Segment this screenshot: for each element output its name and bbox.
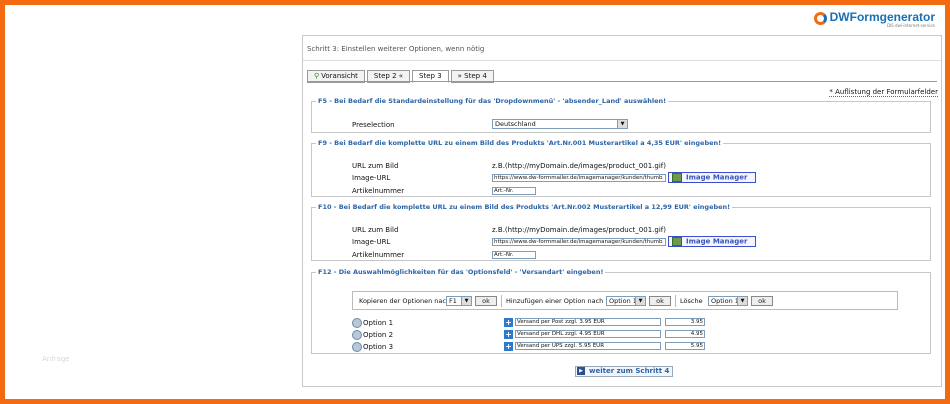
image-manager-button[interactable]: Image Manager — [668, 172, 756, 183]
chevron-down-icon: ▼ — [461, 297, 471, 305]
option-price-field[interactable]: 4.95 — [665, 330, 705, 338]
option-text-field[interactable]: Versand per Post zzgl. 3.95 EUR — [515, 318, 661, 326]
image-icon — [672, 173, 682, 182]
brand-prefix: DW — [829, 10, 850, 24]
add-ok-button[interactable]: ok — [649, 296, 671, 306]
plus-icon[interactable]: + — [504, 330, 513, 339]
option-row: Option 1 + Versand per Post zzgl. 3.95 E… — [352, 318, 912, 328]
image-manager-label: Image Manager — [686, 173, 748, 182]
delete-select-value: Option 1 — [711, 297, 739, 305]
chevron-down-icon: ▼ — [635, 297, 645, 305]
fieldset-f9: F9 - Bei Bedarf die komplette URL zu ein… — [311, 139, 931, 197]
step-title: Schritt 3: Einstellen weiterer Optionen,… — [307, 45, 485, 53]
option-label: Option 2 — [363, 331, 394, 339]
tab-label: Voransicht — [321, 72, 358, 80]
chevron-down-icon: ▼ — [737, 297, 747, 305]
preview-icon: ⚲ — [314, 72, 320, 80]
url-example: z.B.(http://myDomain.de/images/product_0… — [492, 162, 666, 170]
image-url-field[interactable]: https://www.dw-formmailer.de/imagemanage… — [492, 238, 666, 246]
option-row: Option 2 + Versand per DHL zzgl. 4.95 EU… — [352, 330, 912, 340]
plus-icon[interactable]: + — [504, 318, 513, 327]
option-price-field[interactable]: 5.95 — [665, 342, 705, 350]
option-text-field[interactable]: Versand per UPS zzgl. 5.95 EUR — [515, 342, 661, 350]
preselection-label: Preselection — [352, 121, 395, 129]
options-toolbar: Kopieren der Optionen nach F1 ▼ ok Hinzuf… — [352, 291, 898, 310]
logo-icon — [813, 12, 827, 25]
add-label: Hinzufügen einer Option nach — [506, 297, 604, 305]
fieldset-f10: F10 - Bei Bedarf die komplette URL zu ei… — [311, 203, 931, 261]
option-icon — [352, 318, 362, 328]
fieldset-f5: F5 - Bei Bedarf die Standardeinstellung … — [311, 97, 931, 133]
next-step-button[interactable]: ▶ weiter zum Schritt 4 — [575, 366, 673, 377]
url-example: z.B.(http://myDomain.de/images/product_0… — [492, 226, 666, 234]
artnr-label: Artikelnummer — [352, 187, 405, 195]
option-price-field[interactable]: 3.95 — [665, 318, 705, 326]
brand-logo: DWFormgenerator DIS dwi-internet-service — [813, 10, 935, 28]
next-step-label: weiter zum Schritt 4 — [589, 367, 670, 375]
divider — [501, 295, 502, 307]
delete-ok-button[interactable]: ok — [751, 296, 773, 306]
option-icon — [352, 330, 362, 340]
option-label: Option 3 — [363, 343, 394, 351]
copy-label: Kopieren der Optionen nach — [359, 297, 451, 305]
option-label: Option 1 — [363, 319, 394, 327]
divider — [303, 60, 941, 61]
copy-select-value: F1 — [449, 297, 457, 305]
delete-select[interactable]: Option 1 ▼ — [708, 296, 748, 306]
f10-legend: F10 - Bei Bedarf die komplette URL zu ei… — [318, 203, 731, 211]
add-select[interactable]: Option 1 ▼ — [606, 296, 646, 306]
f9-legend: F9 - Bei Bedarf die komplette URL zu ein… — [318, 139, 722, 147]
arrow-right-icon: ▶ — [577, 367, 585, 375]
artnr-field[interactable]: Art.-Nr. — [492, 187, 536, 195]
copy-ok-button[interactable]: ok — [475, 296, 497, 306]
copy-select[interactable]: F1 ▼ — [446, 296, 472, 306]
main-panel: Schritt 3: Einstellen weiterer Optionen,… — [302, 35, 942, 387]
fieldset-f12: F12 - Die Auswahlmöglichkeiten für das '… — [311, 268, 931, 354]
option-row: Option 3 + Versand per UPS zzgl. 5.95 EU… — [352, 342, 912, 352]
image-manager-button[interactable]: Image Manager — [668, 236, 756, 247]
plus-icon[interactable]: + — [504, 342, 513, 351]
artnr-field[interactable]: Art.-Nr. — [492, 251, 536, 259]
divider — [675, 295, 676, 307]
image-url-label: Image-URL — [352, 238, 391, 246]
preselection-select[interactable]: Deutschland ▼ — [492, 119, 628, 129]
tab-divider — [307, 81, 937, 82]
url-label: URL zum Bild — [352, 226, 399, 234]
auflistung-link[interactable]: * Auflistung der Formularfelder — [829, 88, 938, 97]
f5-legend: F5 - Bei Bedarf die Standardeinstellung … — [318, 97, 667, 105]
preselection-value: Deutschland — [495, 120, 536, 128]
chevron-down-icon: ▼ — [617, 120, 627, 128]
image-url-label: Image-URL — [352, 174, 391, 182]
option-icon — [352, 342, 362, 352]
ghost-text: Anfrage — [42, 355, 70, 363]
brand-suffix: Formgenerator — [849, 10, 935, 24]
image-manager-label: Image Manager — [686, 237, 748, 246]
f12-legend: F12 - Die Auswahlmöglichkeiten für das '… — [318, 268, 604, 276]
delete-label: Lösche — [680, 297, 703, 305]
add-select-value: Option 1 — [609, 297, 637, 305]
url-label: URL zum Bild — [352, 162, 399, 170]
image-icon — [672, 237, 682, 246]
option-text-field[interactable]: Versand per DHL zzgl. 4.95 EUR — [515, 330, 661, 338]
page-canvas: DWFormgenerator DIS dwi-internet-service… — [5, 5, 945, 399]
image-url-field[interactable]: https://www.dw-formmailer.de/imagemanage… — [492, 174, 666, 182]
artnr-label: Artikelnummer — [352, 251, 405, 259]
